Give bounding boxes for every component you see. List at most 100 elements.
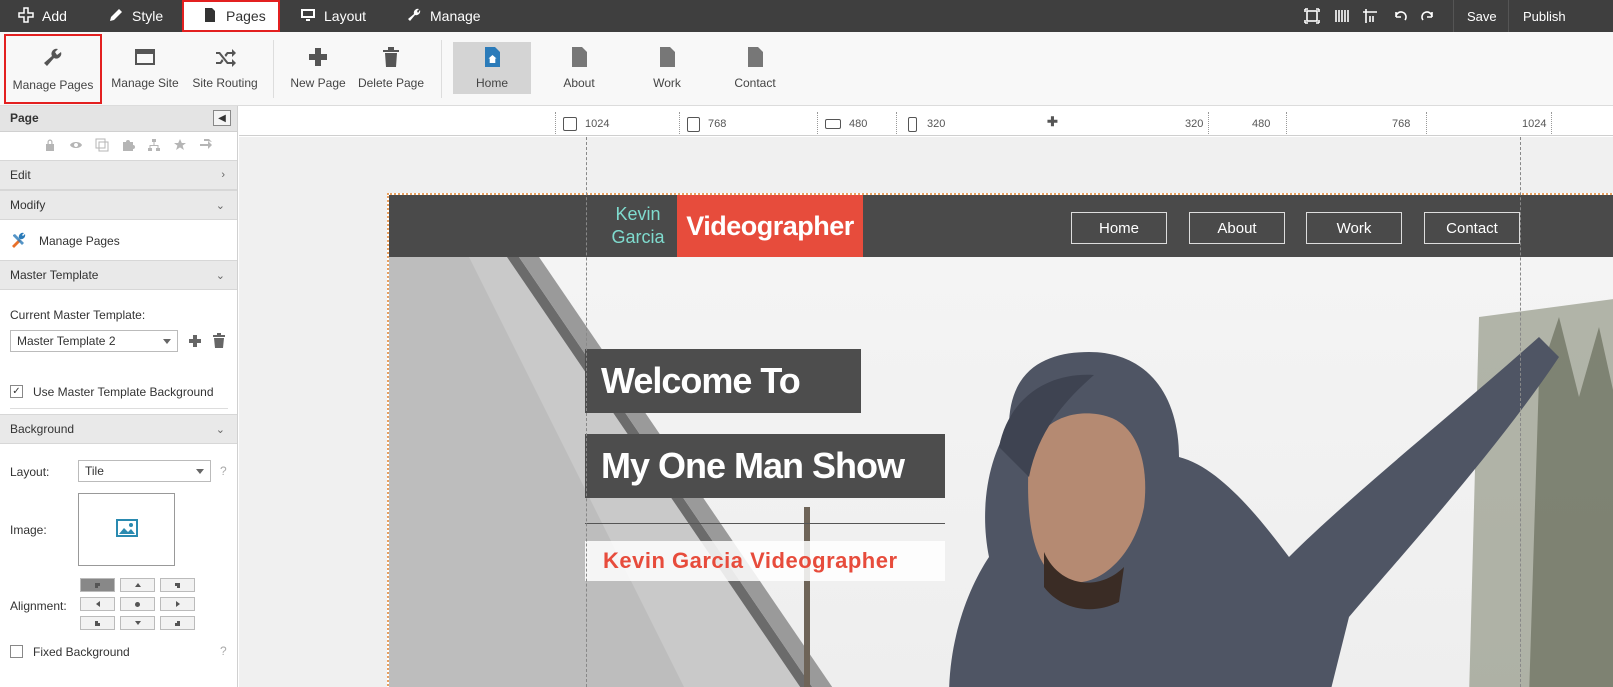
duplicate-icon[interactable] xyxy=(95,138,109,155)
page-tab-home[interactable]: Home xyxy=(453,42,531,94)
site-nav-contact[interactable]: Contact xyxy=(1424,212,1520,244)
tab-style-label: Style xyxy=(132,8,164,24)
site-nav-work[interactable]: Work xyxy=(1306,212,1402,244)
landscape-phone-breakpoint-icon[interactable] xyxy=(825,119,841,129)
hero-heading-line1[interactable]: Welcome To xyxy=(585,349,861,413)
ruler-tick xyxy=(679,112,680,134)
lock-icon[interactable] xyxy=(43,138,57,155)
phone-breakpoint-icon[interactable] xyxy=(908,117,917,132)
alignment-label: Alignment: xyxy=(10,599,67,613)
columns-icon[interactable] xyxy=(1334,8,1350,24)
plus-icon xyxy=(18,6,34,26)
tab-style[interactable]: Style xyxy=(108,0,163,32)
fixed-bg-checkbox[interactable] xyxy=(10,645,23,658)
center-marker-icon: ✚ xyxy=(1047,114,1058,129)
align-center[interactable] xyxy=(120,597,155,611)
align-bottom-right[interactable] xyxy=(160,616,195,630)
tablet-breakpoint-icon[interactable] xyxy=(687,117,700,132)
page-properties-panel: Page ◀ Edit › Modify ⌄ Manage Pages Mast… xyxy=(0,106,238,687)
hero-heading-line2[interactable]: My One Man Show xyxy=(585,434,945,498)
tab-layout[interactable]: Layout xyxy=(300,0,366,32)
layout-select[interactable]: Tile xyxy=(78,460,211,482)
publish-button[interactable]: Publish xyxy=(1523,0,1566,32)
ruler-tick xyxy=(555,112,556,134)
tab-layout-label: Layout xyxy=(324,8,367,24)
star-icon[interactable] xyxy=(173,138,187,155)
chevron-right-icon: › xyxy=(221,169,225,181)
site-nav-home[interactable]: Home xyxy=(1071,212,1167,244)
chevron-down-icon: ⌄ xyxy=(215,270,225,282)
delete-page-button[interactable]: Delete Page xyxy=(356,32,426,106)
save-button[interactable]: Save xyxy=(1467,0,1497,32)
tab-pages[interactable]: Pages xyxy=(182,0,280,32)
desktop-breakpoint-icon[interactable] xyxy=(563,117,577,131)
align-top-center[interactable] xyxy=(120,578,155,592)
align-top-left[interactable] xyxy=(80,578,115,592)
eye-icon[interactable] xyxy=(69,138,83,155)
section-background[interactable]: Background ⌄ xyxy=(0,414,237,444)
site-header[interactable]: Kevin Garcia Videographer Home About Wor… xyxy=(389,195,1613,257)
manage-pages-label: Manage Pages xyxy=(12,78,94,92)
hero-section[interactable]: Welcome To My One Man Show Kevin Garcia … xyxy=(389,257,1613,687)
manage-site-button[interactable]: Manage Site xyxy=(108,32,182,106)
toolbar-divider xyxy=(1453,0,1454,32)
page-tab-about[interactable]: About xyxy=(544,32,614,106)
sitemap-icon[interactable] xyxy=(147,138,161,155)
breakpoint-ruler: 1024 768 480 320 ✚ 320 480 768 1024 xyxy=(239,106,1613,136)
redo-icon[interactable] xyxy=(1420,8,1436,24)
master-template-select[interactable]: Master Template 2 xyxy=(10,330,178,352)
page-tab-contact-label: Contact xyxy=(734,76,776,90)
align-bottom-left[interactable] xyxy=(80,616,115,630)
plus-icon xyxy=(307,46,329,68)
align-bottom-center[interactable] xyxy=(120,616,155,630)
site-logo-title[interactable]: Videographer xyxy=(677,195,863,257)
puzzle-icon[interactable] xyxy=(121,138,135,155)
section-edit[interactable]: Edit › xyxy=(0,160,237,190)
site-logo-name[interactable]: Kevin Garcia xyxy=(599,203,677,249)
current-master-template-label: Current Master Template: xyxy=(10,308,146,322)
trash-icon xyxy=(380,46,402,68)
help-icon[interactable]: ? xyxy=(220,644,227,658)
page-tab-about-label: About xyxy=(563,76,595,90)
undo-icon[interactable] xyxy=(1392,8,1408,24)
manage-pages-link[interactable]: Manage Pages xyxy=(10,232,210,250)
page-tab-contact[interactable]: Contact xyxy=(720,32,790,106)
tab-add[interactable]: Add xyxy=(18,0,67,32)
switch-icon[interactable] xyxy=(199,138,213,155)
hero-subtitle[interactable]: Kevin Garcia Videographer xyxy=(585,541,945,581)
use-master-bg-checkbox[interactable]: ✓ xyxy=(10,385,23,398)
help-icon[interactable]: ? xyxy=(220,464,227,478)
guides-icon[interactable] xyxy=(1362,8,1378,24)
master-template-value: Master Template 2 xyxy=(17,334,116,348)
page-icon xyxy=(202,7,218,26)
page-icon xyxy=(656,46,678,68)
page-actions-row xyxy=(0,132,237,160)
align-top-right[interactable] xyxy=(160,578,195,592)
tab-manage[interactable]: Manage xyxy=(406,0,481,32)
design-canvas[interactable]: Kevin Garcia Videographer Home About Wor… xyxy=(239,137,1613,687)
breakpoint-guide xyxy=(1520,137,1521,687)
manage-pages-button[interactable]: Manage Pages xyxy=(4,34,102,104)
image-picker[interactable] xyxy=(78,493,175,566)
window-icon xyxy=(134,46,156,68)
align-middle-right[interactable] xyxy=(160,597,195,611)
add-template-icon[interactable] xyxy=(188,334,202,351)
site-nav-about[interactable]: About xyxy=(1189,212,1285,244)
divider xyxy=(10,408,228,409)
align-middle-left[interactable] xyxy=(80,597,115,611)
collapse-panel-icon[interactable]: ◀ xyxy=(213,110,231,126)
ruler-tick xyxy=(1286,112,1287,134)
pages-ribbon: Manage Pages Manage Site Site Routing Ne… xyxy=(0,32,1613,106)
select-frame-icon[interactable] xyxy=(1304,8,1320,24)
site-routing-button[interactable]: Site Routing xyxy=(190,32,260,106)
delete-template-icon[interactable] xyxy=(212,333,226,351)
panel-title: Page xyxy=(10,111,39,125)
website-preview[interactable]: Kevin Garcia Videographer Home About Wor… xyxy=(387,193,1613,687)
page-tab-work[interactable]: Work xyxy=(632,32,702,106)
ribbon-divider xyxy=(441,40,442,98)
new-page-button[interactable]: New Page xyxy=(288,32,348,106)
section-modify[interactable]: Modify ⌄ xyxy=(0,190,237,220)
hero-photo xyxy=(389,257,1613,687)
ruler-tick xyxy=(1208,112,1209,134)
section-master-template[interactable]: Master Template ⌄ xyxy=(0,260,237,290)
